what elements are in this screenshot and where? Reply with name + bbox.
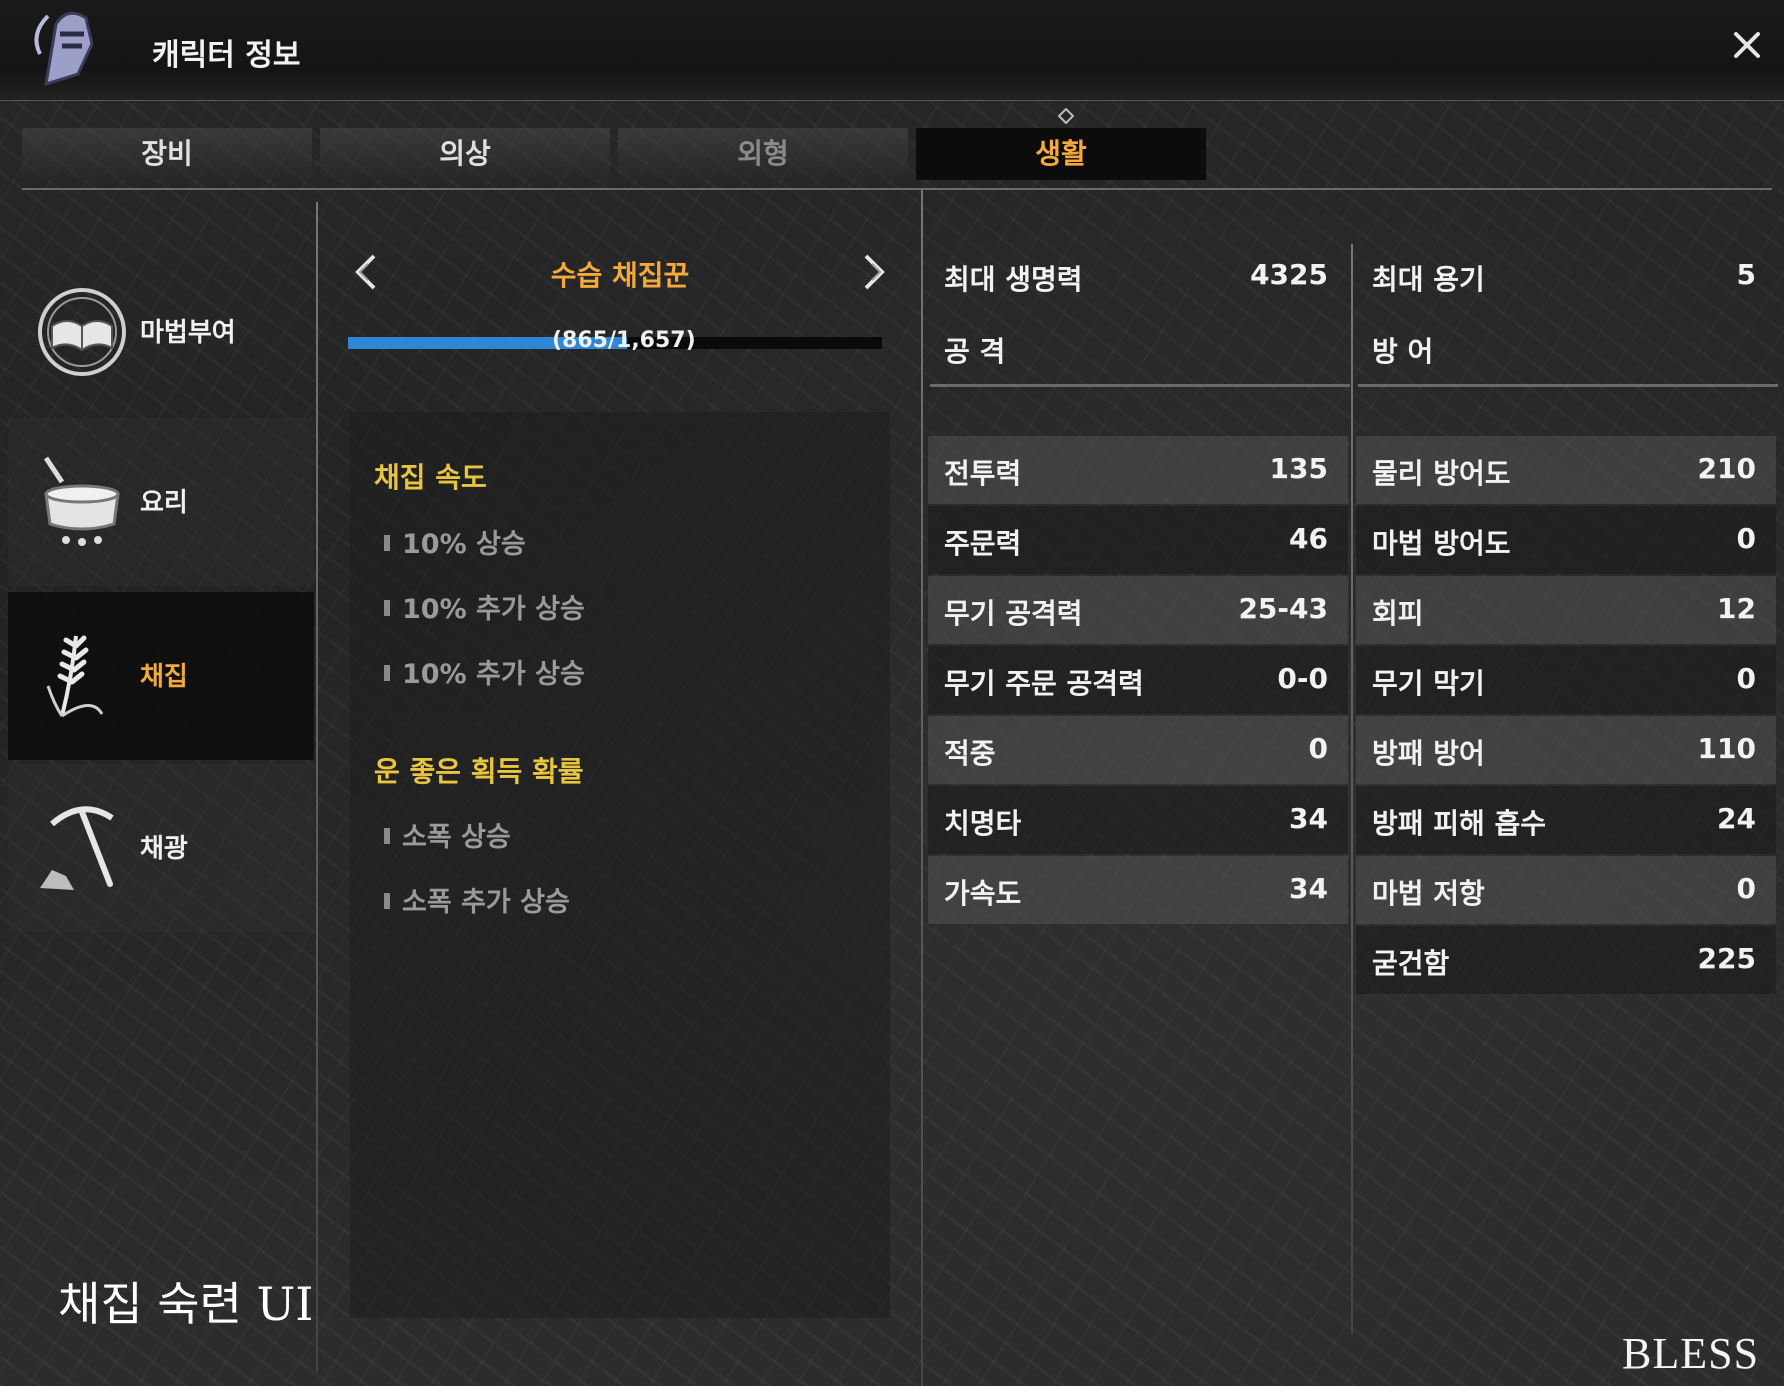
image-caption: 채집 숙련 UI: [58, 1277, 314, 1331]
category-enchanting[interactable]: 마법부여: [8, 248, 314, 416]
title-bar: 캐릭터 정보: [0, 0, 1784, 101]
stat-value: 4325: [1250, 258, 1328, 291]
stat-row: 무기 주문 공격력 0-0: [928, 646, 1348, 714]
stat-value: 0: [1736, 522, 1756, 555]
category-label: 채집: [140, 662, 188, 692]
stat-name: 적중: [944, 737, 996, 770]
diamond-ornament-icon: [1058, 108, 1074, 124]
stat-row: 회피 12: [1356, 576, 1776, 644]
stat-row: 마법 저항 0: [1356, 856, 1776, 924]
defense-header: 방 어: [1356, 314, 1776, 382]
effect-item: 소폭 추가 상승: [384, 880, 570, 919]
effect-item: 10% 추가 상승: [384, 587, 585, 626]
tab-bar: 장비 의상 외형 생활: [22, 128, 1772, 190]
stat-name: 무기 막기: [1372, 667, 1485, 700]
stat-value: 12: [1717, 592, 1756, 625]
stat-row: 물리 방어도 210: [1356, 436, 1776, 504]
stat-value: 46: [1289, 522, 1328, 555]
stat-row: 마법 방어도 0: [1356, 506, 1776, 574]
previous-rank-arrow-icon[interactable]: [352, 252, 380, 292]
effect-item: 10% 추가 상승: [384, 652, 585, 691]
stat-name: 마법 저항: [1372, 877, 1485, 910]
effect-item: 소폭 상승: [384, 815, 511, 854]
stat-row: 무기 공격력 25-43: [928, 576, 1348, 644]
stat-name: 방패 방어: [1372, 737, 1485, 770]
stat-value: 34: [1289, 802, 1328, 835]
stat-value: 135: [1269, 452, 1328, 485]
stat-name: 주문력: [944, 527, 1022, 560]
stat-value: 110: [1697, 732, 1756, 765]
stat-row: 굳건함 225: [1356, 926, 1776, 994]
stat-value: 5: [1736, 258, 1756, 291]
category-cooking[interactable]: 요리: [8, 418, 314, 586]
stat-row: 무기 막기 0: [1356, 646, 1776, 714]
tab-life[interactable]: 생활: [916, 128, 1206, 180]
stat-max-hp: 최대 생명력 4325: [928, 242, 1348, 310]
stat-row: 가속도 34: [928, 856, 1348, 924]
stat-row: 주문력 46: [928, 506, 1348, 574]
close-button[interactable]: [1730, 28, 1764, 62]
category-gathering[interactable]: 채집: [8, 592, 314, 760]
stat-row: 방패 방어 110: [1356, 716, 1776, 784]
stat-name: 가속도: [944, 877, 1022, 910]
stat-name: 무기 공격력: [944, 597, 1083, 630]
stat-value: 0: [1736, 872, 1756, 905]
section-title: 운 좋은 획득 확률: [374, 755, 584, 788]
stat-name: 회피: [1372, 597, 1424, 630]
stat-row: 방패 피해 흡수 24: [1356, 786, 1776, 854]
wheat-icon: [46, 635, 104, 718]
divider: [316, 202, 318, 1372]
category-label: 요리: [140, 488, 188, 518]
stat-value: 0-0: [1277, 662, 1328, 695]
window-title: 캐릭터 정보: [152, 38, 301, 73]
divider: [930, 384, 1350, 387]
proficiency-effects-panel: 채집 속도 10% 상승 10% 추가 상승 10% 추가 상승 운 좋은 획득…: [350, 412, 890, 1318]
stat-name: 굳건함: [1372, 947, 1450, 980]
section-title: 채집 속도: [374, 461, 487, 494]
attack-header: 공 격: [928, 314, 1348, 382]
divider: [1358, 384, 1778, 387]
stat-value: 0: [1736, 662, 1756, 695]
stat-max-courage: 최대 용기 5: [1356, 242, 1776, 310]
stat-row: 치명타 34: [928, 786, 1348, 854]
stat-value: 225: [1697, 942, 1756, 975]
stat-name: 무기 주문 공격력: [944, 667, 1144, 700]
category-label: 마법부여: [140, 318, 236, 348]
divider: [1351, 244, 1353, 1334]
game-logo: BLESS: [1622, 1329, 1760, 1378]
pickaxe-icon: [40, 806, 114, 890]
next-rank-arrow-icon[interactable]: [860, 252, 888, 292]
effect-item: 10% 상승: [384, 522, 526, 561]
cooking-pot-icon: [43, 456, 120, 546]
knight-helmet-icon: [34, 11, 94, 87]
tab-costume[interactable]: 의상: [320, 128, 610, 180]
stat-row: 전투력 135: [928, 436, 1348, 504]
proficiency-progress-text: (865/1,657): [552, 328, 696, 353]
stat-value: 25-43: [1238, 592, 1328, 625]
stat-value: 24: [1717, 802, 1756, 835]
stat-name: 전투력: [944, 457, 1022, 490]
stat-value: 0: [1308, 732, 1328, 765]
stat-name: 치명타: [944, 807, 1022, 840]
stat-name: 방패 피해 흡수: [1372, 807, 1547, 840]
section-header: 공 격: [944, 335, 1006, 368]
enchant-book-icon: [38, 288, 126, 376]
tab-appearance[interactable]: 외형: [618, 128, 908, 180]
stat-value: 34: [1289, 872, 1328, 905]
stat-name: 최대 용기: [1372, 263, 1485, 296]
stat-value: 210: [1697, 452, 1756, 485]
divider: [921, 190, 923, 1386]
category-label: 채광: [140, 834, 188, 864]
stat-name: 물리 방어도: [1372, 457, 1511, 490]
section-header: 방 어: [1372, 335, 1434, 368]
stat-name: 마법 방어도: [1372, 527, 1511, 560]
rank-title: 수습 채집꾼: [550, 259, 690, 292]
stat-name: 최대 생명력: [944, 263, 1083, 296]
tab-equipment[interactable]: 장비: [22, 128, 312, 180]
stat-row: 적중 0: [928, 716, 1348, 784]
category-mining[interactable]: 채광: [8, 764, 314, 932]
